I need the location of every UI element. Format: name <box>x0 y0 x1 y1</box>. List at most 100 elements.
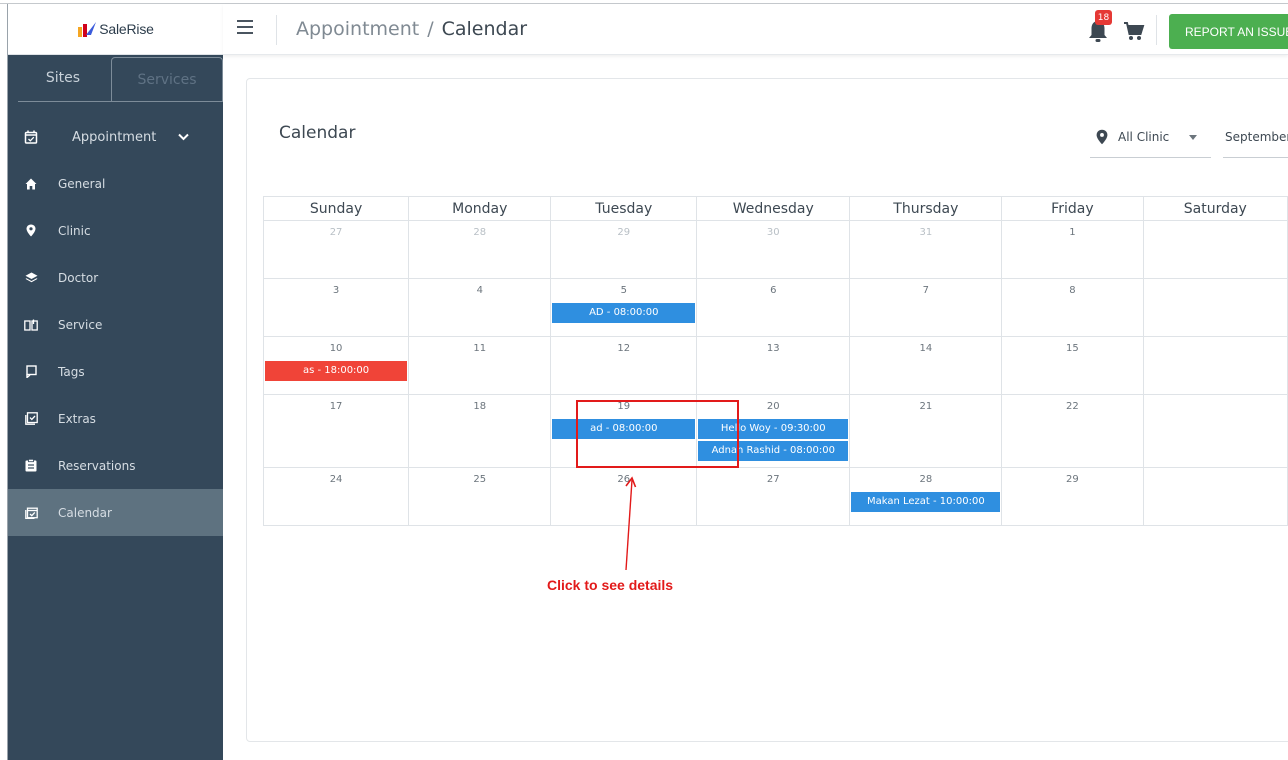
calendar-day-cell[interactable] <box>1142 278 1288 337</box>
calendar-day-cell[interactable]: 21 <box>849 394 1003 468</box>
sidebar-nav: Appointment General Clinic Doctor Servic… <box>8 114 223 536</box>
calendar-day-cell[interactable]: 11 <box>408 336 552 395</box>
day-number: 27 <box>766 474 780 485</box>
tab-sites[interactable]: Sites <box>18 59 108 97</box>
day-number: 22 <box>1066 401 1079 412</box>
sidebar-item-label: Tags <box>58 364 85 379</box>
calendar-day-cell[interactable]: 4 <box>408 278 552 337</box>
calendar-day-cell[interactable]: 24 <box>262 467 410 526</box>
calendar-week-row: 24 25 26 27 28 Makan Lezat - 10:00:00 29 <box>262 467 1288 526</box>
calendar-day-cell[interactable]: 28 <box>408 220 552 279</box>
calendar-day-cell[interactable]: 17 <box>262 394 410 468</box>
calendar-day-cell[interactable] <box>1142 467 1288 526</box>
calendar-event[interactable]: Makan Lezat - 10:00:00 <box>851 492 1001 512</box>
calendar-day-cell[interactable]: 29 <box>550 220 698 279</box>
clinic-filter-value: All Clinic <box>1118 130 1170 144</box>
sidebar-item-calendar[interactable]: Calendar <box>8 489 223 536</box>
report-issue-button[interactable]: REPORT AN ISSUE <box>1169 14 1288 49</box>
sidebar-item-extras[interactable]: Extras <box>8 395 223 442</box>
calendar-day-cell[interactable]: 6 <box>696 278 851 337</box>
sidebar: SaleRise Sites Services Appointment Gene… <box>8 4 223 760</box>
sidebar-item-label: Service <box>58 317 103 332</box>
calendar-day-cell[interactable]: 1 <box>1001 220 1144 279</box>
calendar-event[interactable]: AD - 08:00:00 <box>552 303 696 323</box>
calendar-day-cell[interactable]: 8 <box>1001 278 1144 337</box>
breadcrumb-parent[interactable]: Appointment <box>296 18 419 40</box>
calendar-day-cell[interactable]: 3 <box>262 278 410 337</box>
day-number: 4 <box>476 285 483 296</box>
day-number <box>1144 343 1287 357</box>
day-number: 18 <box>473 401 487 412</box>
day-number: 31 <box>919 227 933 238</box>
month-filter-value: September <box>1225 130 1288 144</box>
calendar-day-cell[interactable]: 31 <box>849 220 1003 279</box>
calendar-day-cell[interactable]: 14 <box>849 336 1003 395</box>
day-number: 30 <box>766 227 780 238</box>
sidebar-item-service[interactable]: Service <box>8 301 223 348</box>
calendar-day-cell[interactable] <box>1142 220 1288 279</box>
sidebar-item-doctor[interactable]: Doctor <box>8 254 223 301</box>
tabs-divider <box>18 101 223 102</box>
day-number <box>1144 474 1287 488</box>
location-pin-icon <box>1096 129 1108 145</box>
menu-icon[interactable] <box>237 20 253 34</box>
calendar-day-cell[interactable]: 30 <box>696 220 851 279</box>
calendar-header-row: Sunday Monday Tuesday Wednesday Thursday Frid… <box>262 196 1288 221</box>
cart-icon[interactable] <box>1123 20 1145 42</box>
calendar-check-icon <box>24 130 38 144</box>
clinic-filter-select[interactable]: All Clinic <box>1090 117 1211 158</box>
checklist-icon <box>24 412 38 426</box>
calendar-event[interactable]: as - 18:00:00 <box>265 361 408 381</box>
calendar-day-cell[interactable]: 7 <box>849 278 1003 337</box>
salerise-logo-icon <box>78 22 97 37</box>
page-title: Calendar <box>279 123 356 143</box>
location-pin-icon <box>24 224 38 238</box>
calendar-day-cell[interactable]: 29 <box>1001 467 1144 526</box>
sidebar-item-tags[interactable]: Tags <box>8 348 223 395</box>
calendar-day-cell[interactable]: 27 <box>262 220 410 279</box>
tab-services[interactable]: Services <box>111 57 223 101</box>
sidebar-item-label: Calendar <box>58 505 112 520</box>
calendar-day-cell[interactable]: 10 as - 18:00:00 <box>262 336 410 395</box>
sidebar-item-label: Reservations <box>58 458 136 473</box>
window-edge <box>0 0 8 760</box>
annotation-callout: Click to see details <box>547 577 674 593</box>
day-number <box>1144 401 1287 415</box>
calendar-day-cell[interactable]: 13 <box>696 336 851 395</box>
home-icon <box>24 177 38 191</box>
calendar-week-row: 10 as - 18:00:00 11 12 13 14 15 <box>262 336 1288 395</box>
calendar-day-cell[interactable]: 5 AD - 08:00:00 <box>550 278 698 337</box>
day-number: 29 <box>1066 474 1079 485</box>
sidebar-item-label: General <box>58 176 106 191</box>
day-number: 6 <box>770 285 777 296</box>
breadcrumb-separator: / <box>427 18 434 40</box>
day-number <box>1144 227 1287 241</box>
topbar-divider <box>276 15 277 45</box>
day-number: 24 <box>329 474 343 485</box>
brand-logo[interactable]: SaleRise <box>77 21 154 37</box>
brand-name: SaleRise <box>99 21 154 37</box>
day-number: 29 <box>617 227 631 238</box>
calendar-day-cell[interactable]: 12 <box>550 336 698 395</box>
calendar-day-cell[interactable] <box>1142 336 1288 395</box>
caret-down-icon <box>1189 134 1198 140</box>
calendar-day-cell[interactable]: 25 <box>408 467 552 526</box>
calendar-day-cell[interactable]: 22 <box>1001 394 1144 468</box>
calendar-day-cell[interactable]: 15 <box>1001 336 1144 395</box>
day-number: 13 <box>766 343 780 354</box>
sidebar-item-general[interactable]: General <box>8 160 223 207</box>
weekday-header: Friday <box>1001 196 1144 221</box>
sidebar-item-reservations[interactable]: Reservations <box>8 442 223 489</box>
sidebar-item-label: Extras <box>58 411 96 426</box>
calendar-day-cell[interactable]: 18 <box>408 394 552 468</box>
month-filter-select[interactable]: September <box>1223 117 1288 158</box>
day-number: 5 <box>620 285 627 296</box>
calendar-day-cell[interactable]: 27 <box>696 467 851 526</box>
sidebar-section-appointment[interactable]: Appointment <box>8 114 223 160</box>
day-number: 7 <box>922 285 930 296</box>
calendar-day-cell[interactable] <box>1142 394 1288 468</box>
calendar-day-cell[interactable]: 28 Makan Lezat - 10:00:00 <box>849 467 1003 526</box>
sidebar-item-clinic[interactable]: Clinic <box>8 207 223 254</box>
weekday-header: Monday <box>408 196 552 221</box>
breadcrumb-current: Calendar <box>441 18 528 40</box>
